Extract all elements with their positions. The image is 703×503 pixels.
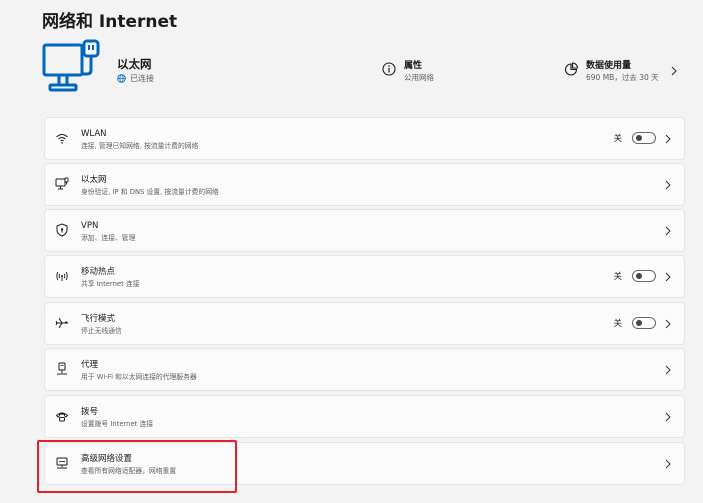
chevron-right-icon [665, 180, 671, 190]
chevron-right-icon[interactable] [670, 66, 678, 76]
airplane-toggle[interactable] [632, 317, 656, 329]
airplane-icon [55, 316, 69, 330]
ethernet-monitor-icon [42, 39, 104, 101]
dialup-label: 拨号 [81, 407, 99, 417]
properties-subtitle: 公用网络 [404, 73, 434, 82]
hotspot-desc: 共享 Internet 连接 [81, 280, 140, 288]
wlan-desc: 连接, 管理已知网络, 按流量计费的网络 [81, 142, 199, 150]
dialup-icon [55, 409, 69, 423]
chevron-right-icon [665, 134, 671, 144]
hotspot-toggle-state: 关 [613, 272, 622, 282]
chevron-right-icon [665, 459, 671, 469]
chevron-right-icon [665, 272, 671, 282]
chevron-right-icon [665, 412, 671, 422]
chevron-right-icon [665, 365, 671, 375]
airplane-mode-label: 飞行模式 [81, 314, 116, 324]
vpn-card[interactable]: VPN 添加、连接、管理 [44, 209, 685, 252]
ethernet-label: 以太网 [81, 175, 107, 185]
pie-chart-icon [564, 62, 578, 76]
shield-icon [55, 223, 69, 237]
globe-icon [117, 74, 126, 83]
properties-link[interactable]: 属性 公用网络 [382, 60, 434, 83]
advanced-network-desc: 查看所有网络适配器，网络重置 [81, 467, 177, 475]
advanced-network-label: 高级网络设置 [81, 454, 133, 464]
proxy-label: 代理 [81, 360, 99, 370]
ethernet-desc: 身份验证, IP 和 DNS 设置, 按流量计费的网络 [81, 188, 219, 196]
hotspot-label: 移动热点 [81, 267, 116, 277]
hotspot-icon [55, 269, 69, 283]
airplane-mode-card[interactable]: 飞行模式 停止无线通信 关 [44, 302, 685, 345]
wlan-label: WLAN [81, 129, 107, 139]
hotspot-card[interactable]: 移动热点 共享 Internet 连接 关 [44, 255, 685, 298]
airplane-mode-desc: 停止无线通信 [81, 327, 122, 335]
wlan-toggle-state: 关 [613, 134, 622, 144]
settings-page: 网络和 Internet 以太网 已连接 属性 公用网络 数据使用量 690 M… [0, 0, 703, 503]
chevron-right-icon [665, 226, 671, 236]
proxy-card[interactable]: 代理 用于 Wi-Fi 和以太网连接的代理服务器 [44, 348, 685, 391]
dialup-desc: 设置拨号 Internet 连接 [81, 420, 154, 428]
proxy-icon [55, 362, 69, 376]
properties-title: 属性 [404, 61, 423, 71]
ethernet-card[interactable]: 以太网 身份验证, IP 和 DNS 设置, 按流量计费的网络 [44, 163, 685, 206]
connection-name: 以太网 [117, 57, 152, 71]
ethernet-icon [55, 177, 69, 191]
wlan-card[interactable]: WLAN 连接, 管理已知网络, 按流量计费的网络 关 [44, 117, 685, 160]
page-title: 网络和 Internet [42, 12, 178, 32]
airplane-toggle-state: 关 [613, 319, 622, 329]
wifi-icon [55, 131, 69, 145]
data-usage-subtitle: 690 MB，过去 30 天 [586, 73, 659, 82]
wlan-toggle[interactable] [632, 132, 656, 144]
hotspot-toggle[interactable] [632, 270, 656, 282]
dialup-card[interactable]: 拨号 设置拨号 Internet 连接 [44, 395, 685, 438]
data-usage-link[interactable]: 数据使用量 690 MB，过去 30 天 [564, 60, 659, 83]
advanced-network-card[interactable]: 高级网络设置 查看所有网络适配器，网络重置 [44, 442, 685, 485]
data-usage-title: 数据使用量 [586, 61, 632, 71]
info-icon [382, 62, 396, 76]
connection-status: 已连接 [117, 73, 154, 84]
vpn-label: VPN [81, 221, 99, 231]
vpn-desc: 添加、连接、管理 [81, 234, 136, 242]
proxy-desc: 用于 Wi-Fi 和以太网连接的代理服务器 [81, 373, 197, 381]
advanced-network-icon [55, 456, 69, 470]
status-text: 已连接 [130, 74, 154, 83]
chevron-right-icon [665, 319, 671, 329]
